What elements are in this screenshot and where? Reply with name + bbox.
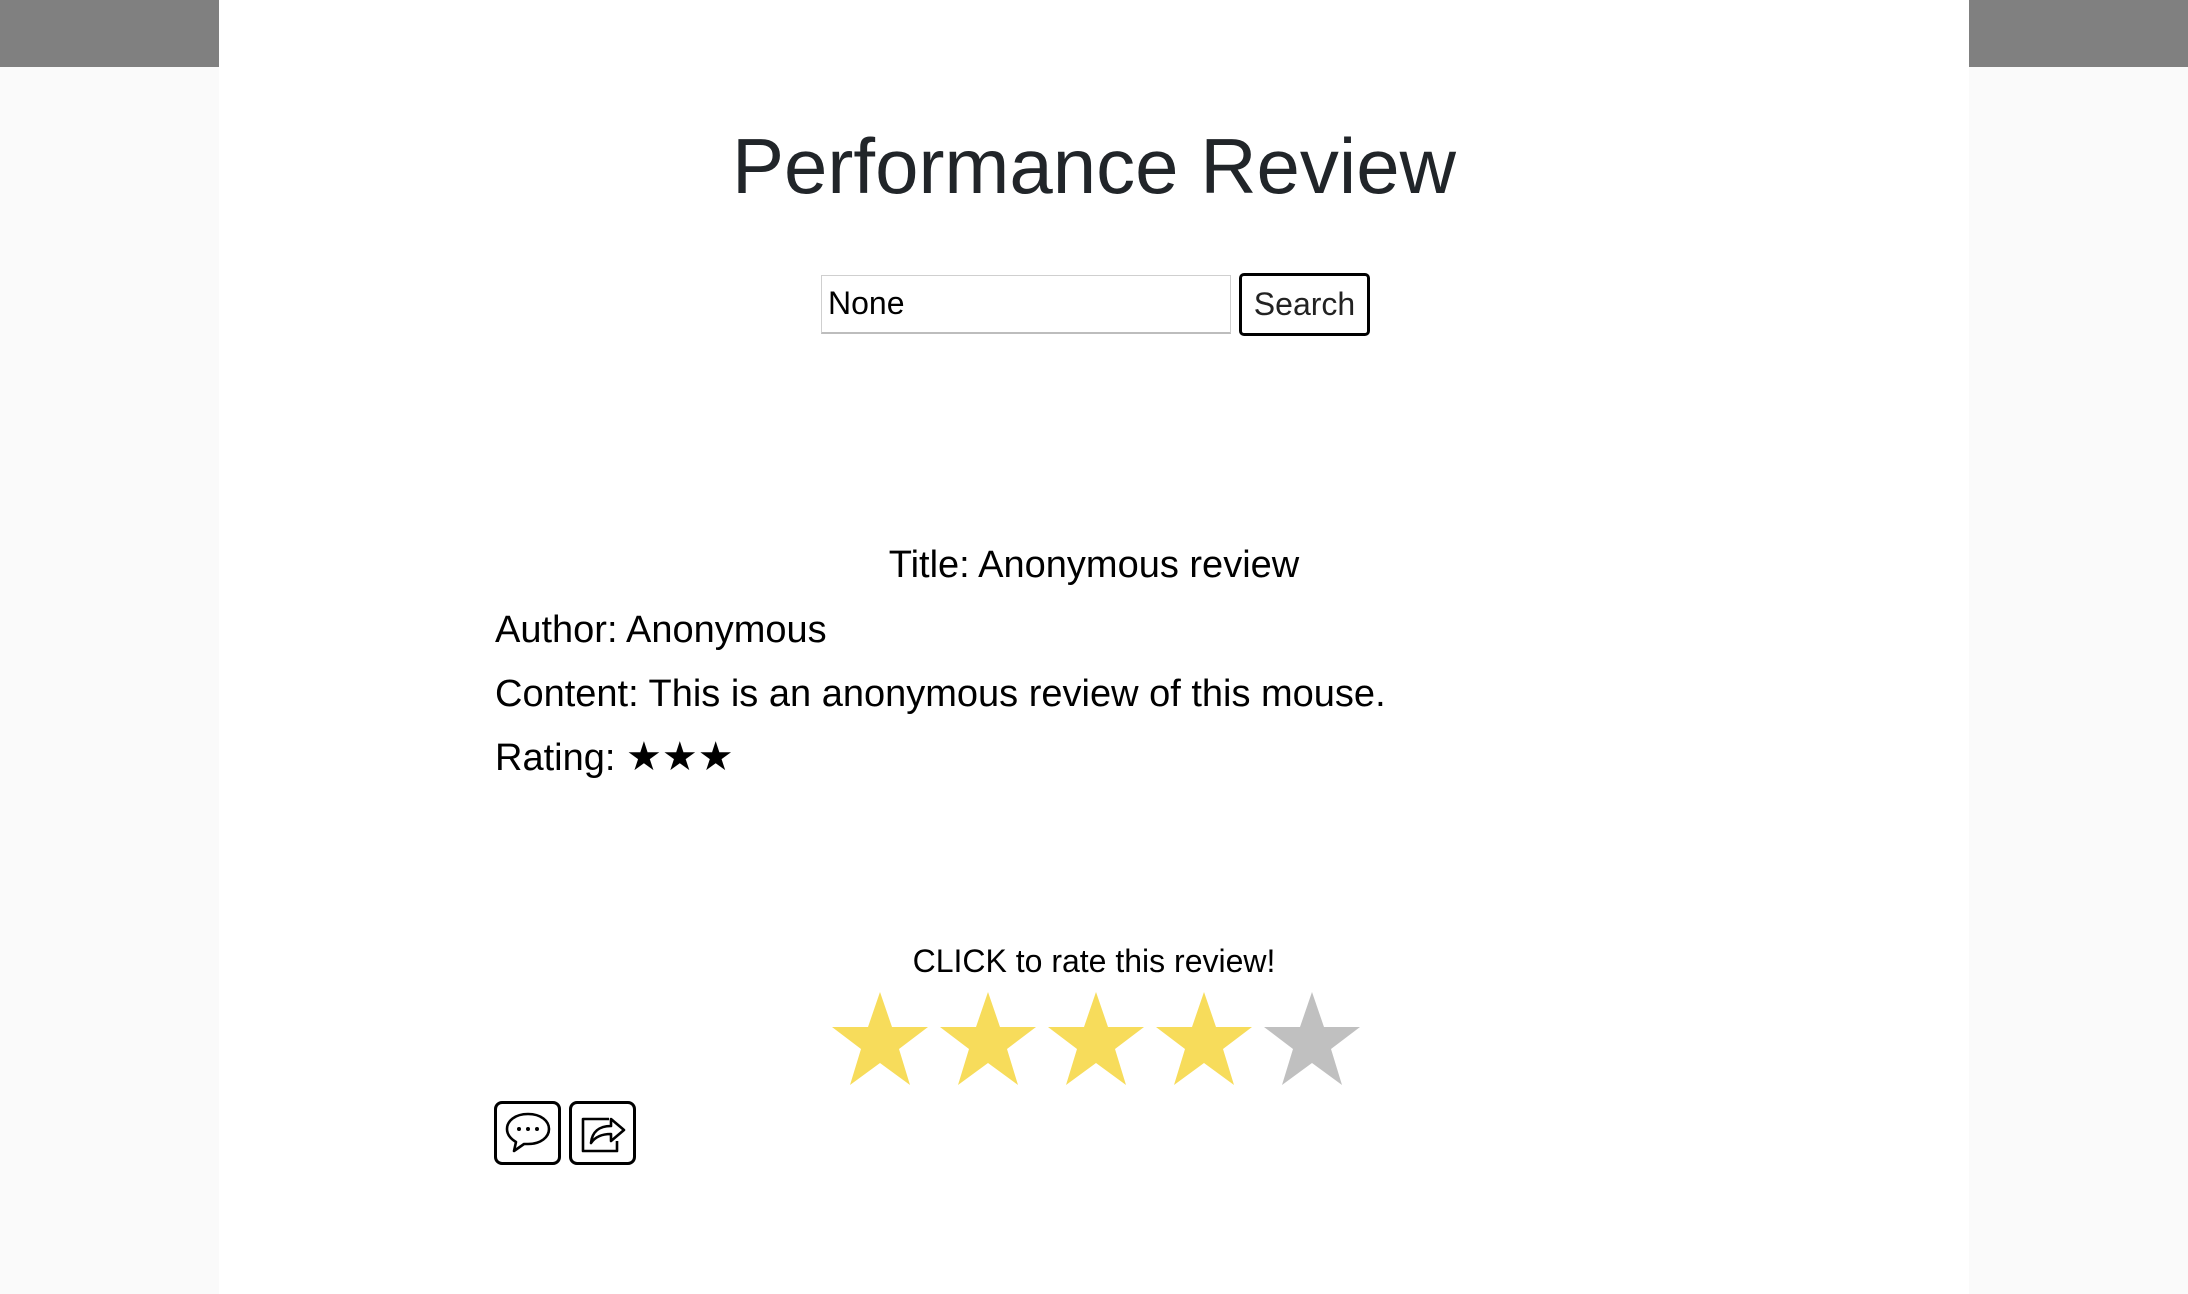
review-author: Author: Anonymous xyxy=(495,609,827,651)
top-left-bar xyxy=(0,0,219,67)
page-title: Performance Review xyxy=(732,122,1456,210)
rate-star-1[interactable] xyxy=(830,990,930,1090)
action-buttons xyxy=(494,1101,636,1165)
star-rating-widget xyxy=(830,990,1362,1090)
rate-star-3[interactable] xyxy=(1046,990,1146,1090)
search-input[interactable] xyxy=(821,274,1231,334)
rating-stars: ★★★ xyxy=(625,735,734,779)
main-panel: Performance Review Search Title: Anonymo… xyxy=(219,0,1969,1294)
rate-prompt: CLICK to rate this review! xyxy=(912,943,1276,979)
rating-label: Rating: xyxy=(495,737,626,779)
comment-button[interactable] xyxy=(494,1101,561,1165)
rate-star-5[interactable] xyxy=(1262,990,1362,1090)
review-rating: Rating: ★★★ xyxy=(495,732,734,783)
rate-star-4[interactable] xyxy=(1154,990,1254,1090)
share-button[interactable] xyxy=(569,1101,636,1165)
search-bar: Search xyxy=(821,271,1370,337)
review-title: Title: Anonymous review xyxy=(888,544,1300,586)
rate-star-2[interactable] xyxy=(938,990,1038,1090)
speech-bubble-icon xyxy=(504,1110,552,1157)
review-content: Content: This is an anonymous review of … xyxy=(495,673,1386,715)
search-button[interactable]: Search xyxy=(1239,272,1370,336)
share-arrow-icon xyxy=(579,1110,627,1157)
top-right-bar xyxy=(1969,0,2188,67)
